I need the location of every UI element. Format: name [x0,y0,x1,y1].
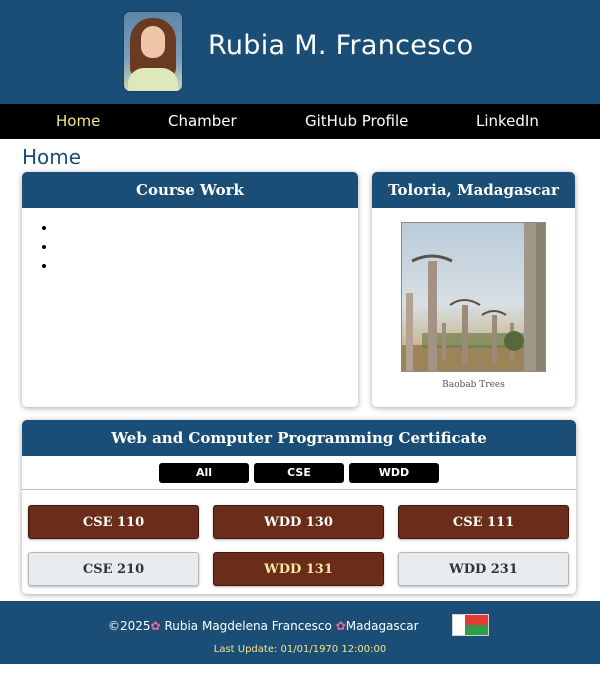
course-wdd-130[interactable]: WDD 130 [213,505,384,539]
coursework-list [22,220,358,277]
filter-all-button[interactable]: All [159,462,249,483]
site-title: Rubia M. Francesco [208,30,474,61]
copyright-text: ©2025 [108,619,151,633]
certificate-card: Web and Computer Programming Certificate… [22,420,576,594]
course-cse-111[interactable]: CSE 111 [398,505,569,539]
site-footer: ©2025✿ Rubia Magdelena Francesco ✿Madaga… [0,601,600,664]
madagascar-flag-icon [452,614,489,636]
course-wdd-131[interactable]: WDD 131 [213,552,384,586]
filter-cse-button[interactable]: CSE [254,462,344,483]
course-label: WDD 131 [264,561,333,577]
list-item [56,239,358,258]
baobab-photo [401,222,546,372]
coursework-card: Course Work [22,172,358,407]
author-name: Rubia Magdelena Francesco [164,619,332,633]
course-cse-210[interactable]: CSE 210 [28,552,199,586]
course-cse-110[interactable]: CSE 110 [28,505,199,539]
course-filters: All CSE WDD [22,456,576,490]
photo-caption: Baobab Trees [442,380,505,390]
nav-chamber[interactable]: Chamber [168,112,237,130]
nav-github-profile[interactable]: GitHub Profile [305,112,408,130]
main-nav: Home Chamber GitHub Profile LinkedIn [0,104,600,139]
certificate-title: Web and Computer Programming Certificate [22,420,576,456]
last-update: Last Update: 01/01/1970 12:00:00 [213,644,387,655]
page-heading: Home [22,145,82,169]
nav-home[interactable]: Home [56,112,100,130]
nav-linkedin[interactable]: LinkedIn [476,112,539,130]
profile-photo [124,12,182,91]
flower-icon: ✿ [335,619,346,633]
footer-copyright-line: ©2025✿ Rubia Magdelena Francesco ✿Madaga… [108,619,419,633]
location-title: Toloria, Madagascar [372,172,575,208]
coursework-title: Course Work [22,172,358,208]
flower-icon: ✿ [150,619,161,633]
location-card: Toloria, Madagascar Baobab Trees [372,172,575,407]
course-wdd-231[interactable]: WDD 231 [398,552,569,586]
list-item [56,258,358,277]
country-name: Madagascar [345,619,419,633]
list-item [56,220,358,239]
filter-wdd-button[interactable]: WDD [349,462,439,483]
site-header: Rubia M. Francesco [0,0,600,104]
